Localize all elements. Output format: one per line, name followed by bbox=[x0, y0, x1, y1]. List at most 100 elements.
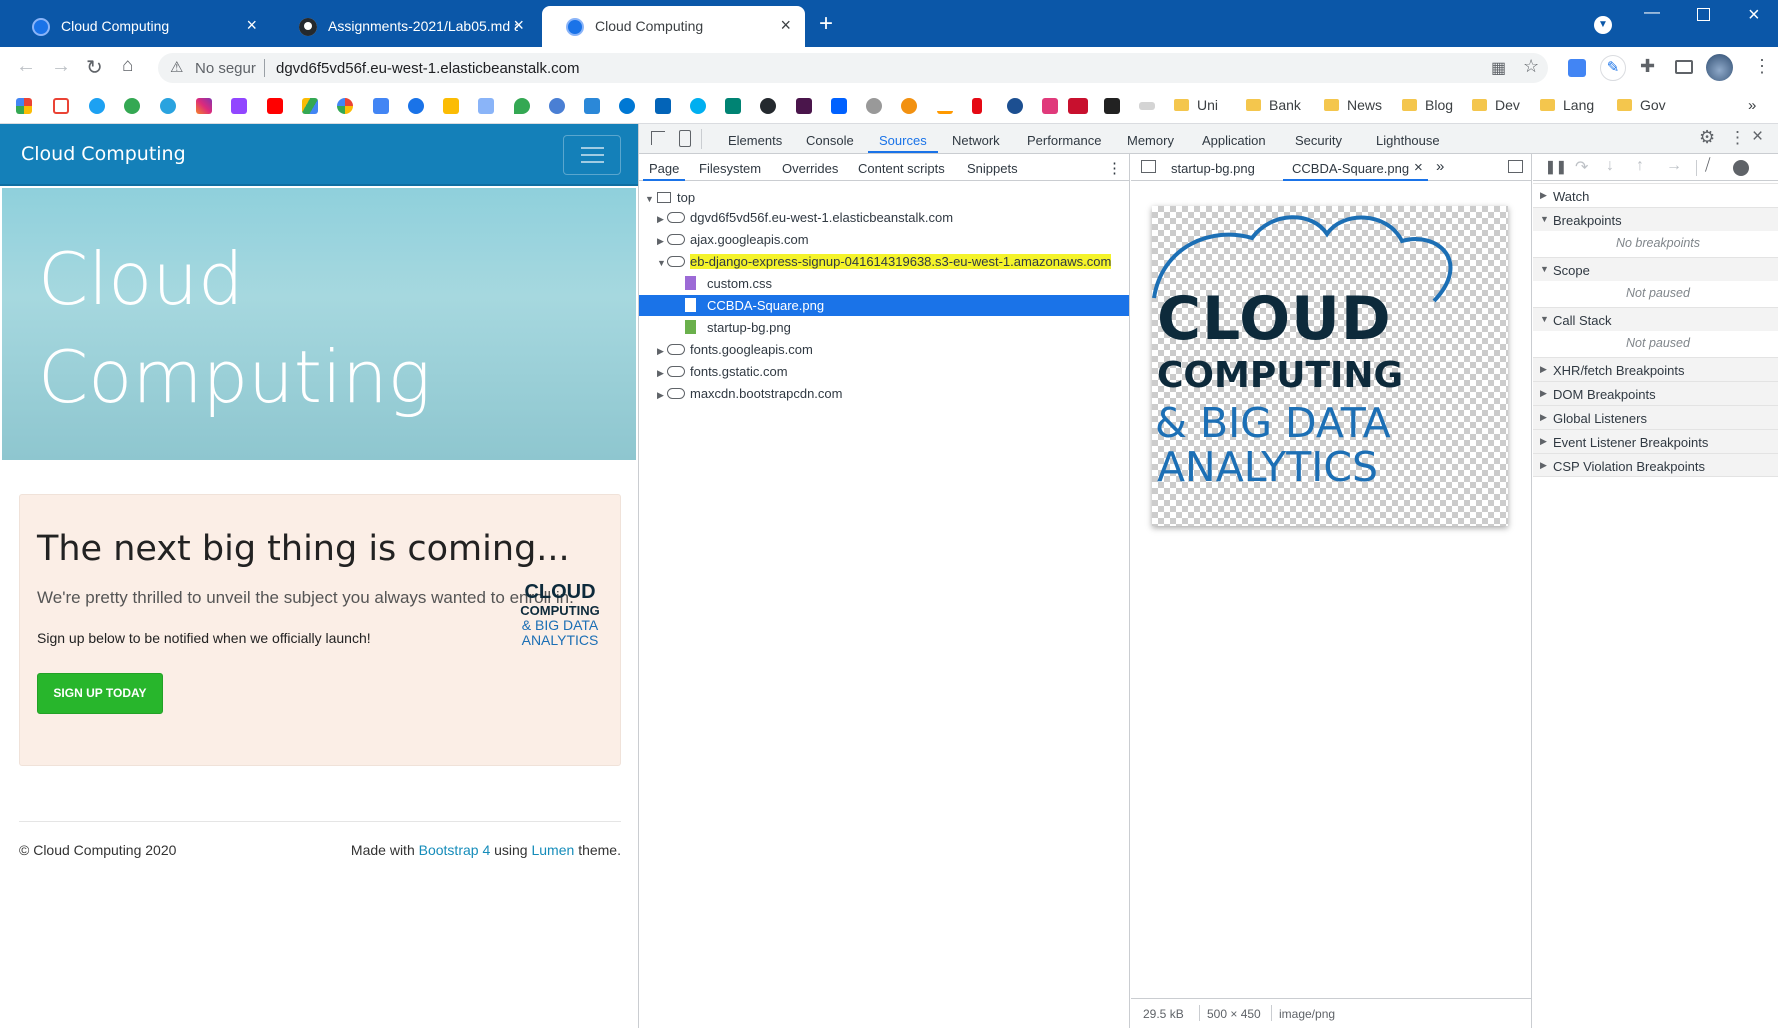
bookmark-star-icon[interactable]: ☆ bbox=[1523, 56, 1539, 77]
section-xhr-breakpoints[interactable]: ▶ XHR/fetch Breakpoints bbox=[1533, 357, 1778, 381]
editor-tab-startup-bg[interactable]: startup-bg.png bbox=[1171, 161, 1255, 176]
bookmark-folder-lang[interactable]: Lang bbox=[1540, 97, 1594, 113]
twitter-icon[interactable] bbox=[89, 98, 105, 114]
browser-tab-1[interactable]: Cloud Computing × bbox=[8, 6, 271, 47]
tab-security[interactable]: Security bbox=[1295, 133, 1342, 148]
url-text[interactable]: dgvd6f5vd56f.eu-west-1.elasticbeanstalk.… bbox=[276, 60, 580, 77]
tree-item-file[interactable]: startup-bg.png bbox=[685, 320, 791, 335]
tree-item-domain[interactable]: ▶ maxcdn.bootstrapcdn.com bbox=[657, 386, 842, 401]
github-bookmark-icon[interactable] bbox=[760, 98, 776, 114]
settings-gear-icon[interactable]: ⚙ bbox=[1699, 127, 1715, 148]
apple-icon[interactable] bbox=[866, 98, 882, 114]
pen-app-icon[interactable] bbox=[1042, 98, 1058, 114]
todo-check-icon[interactable] bbox=[584, 98, 600, 114]
forward-icon[interactable]: → bbox=[51, 55, 71, 78]
dropbox-icon[interactable] bbox=[831, 98, 847, 114]
section-watch[interactable]: ▶ Watch bbox=[1533, 183, 1778, 207]
navbar-brand[interactable]: Cloud Computing bbox=[21, 143, 186, 165]
globe-bookmark-icon[interactable] bbox=[549, 98, 565, 114]
close-tab-icon[interactable]: × bbox=[780, 15, 791, 36]
inspect-element-icon[interactable] bbox=[651, 131, 665, 145]
security-label[interactable]: No segur bbox=[195, 60, 256, 77]
tab-sources[interactable]: Sources bbox=[879, 133, 927, 148]
apps-grid-icon[interactable] bbox=[16, 98, 32, 114]
more-tabs-icon[interactable]: » bbox=[1436, 158, 1444, 175]
translate-bookmark-icon[interactable] bbox=[478, 98, 494, 114]
address-bar[interactable]: ⚠ No segur dgvd6f5vd56f.eu-west-1.elasti… bbox=[158, 53, 1548, 83]
toggle-navigator-icon[interactable] bbox=[1141, 160, 1156, 173]
step-icon[interactable]: → bbox=[1666, 157, 1682, 175]
amazon-icon[interactable] bbox=[937, 98, 953, 114]
close-tab-icon[interactable]: × bbox=[513, 15, 524, 36]
close-editor-tab-icon[interactable]: × bbox=[1414, 159, 1423, 176]
more-bookmarks-icon[interactable]: » bbox=[1748, 97, 1756, 114]
instagram-icon[interactable] bbox=[196, 98, 212, 114]
tab-memory[interactable]: Memory bbox=[1127, 133, 1174, 148]
tab-page[interactable]: Page bbox=[649, 161, 679, 176]
skype-icon[interactable] bbox=[690, 98, 706, 114]
devtools-menu-icon[interactable]: ⋮ bbox=[1729, 128, 1746, 148]
browser-tab-2[interactable]: Assignments-2021/Lab05.md at × bbox=[275, 6, 538, 47]
menu-kebab-icon[interactable]: ⋮ bbox=[1753, 56, 1771, 77]
maps-icon[interactable] bbox=[514, 98, 530, 114]
deactivate-breakpoints-icon[interactable]: ⧸ bbox=[1705, 157, 1710, 175]
section-dom-breakpoints[interactable]: ▶ DOM Breakpoints bbox=[1533, 381, 1778, 405]
tab-console[interactable]: Console bbox=[806, 133, 854, 148]
bookmark-folder-uni[interactable]: Uni bbox=[1174, 97, 1218, 113]
tab-overrides[interactable]: Overrides bbox=[782, 161, 838, 176]
tree-item-domain-expanded[interactable]: ▼ eb-django-express-signup-041614319638.s… bbox=[657, 254, 1112, 269]
lumen-link[interactable]: Lumen bbox=[531, 842, 574, 858]
tree-item-domain[interactable]: ▶ dgvd6f5vd56f.eu-west-1.elasticbeanstalk… bbox=[657, 210, 953, 225]
qr-icon[interactable]: ▦ bbox=[1491, 58, 1506, 78]
outlook-icon[interactable] bbox=[655, 98, 671, 114]
bookmark-folder-news[interactable]: News bbox=[1324, 97, 1382, 113]
tab-snippets[interactable]: Snippets bbox=[967, 161, 1018, 176]
keep-icon[interactable] bbox=[443, 98, 459, 114]
navigator-menu-icon[interactable]: ⋮ bbox=[1107, 159, 1122, 177]
tree-item-top[interactable]: ▼ top bbox=[645, 190, 695, 205]
section-breakpoints[interactable]: ▼ Breakpoints bbox=[1533, 207, 1778, 231]
minimize-icon[interactable]: — bbox=[1644, 4, 1660, 22]
tab-search-icon[interactable]: ▼ bbox=[1594, 16, 1612, 34]
whatsapp-icon[interactable] bbox=[124, 98, 140, 114]
rac-icon[interactable] bbox=[1104, 98, 1120, 114]
close-tab-icon[interactable]: × bbox=[246, 15, 257, 36]
tab-application[interactable]: Application bbox=[1202, 133, 1266, 148]
step-over-icon[interactable]: ↷ bbox=[1575, 157, 1588, 177]
drive-icon[interactable] bbox=[302, 98, 318, 114]
browser-tab-3-active[interactable]: Cloud Computing × bbox=[542, 6, 805, 47]
youtube-icon[interactable] bbox=[267, 98, 283, 114]
tab-filesystem[interactable]: Filesystem bbox=[699, 161, 761, 176]
navbar-toggler-button[interactable] bbox=[563, 135, 621, 175]
home-icon[interactable]: ⌂ bbox=[122, 55, 133, 77]
avatar[interactable] bbox=[1706, 54, 1733, 81]
new-tab-button[interactable]: + bbox=[819, 10, 833, 38]
tree-item-file-selected[interactable]: CCBDA-Square.png bbox=[685, 298, 824, 313]
bookmark-folder-bank[interactable]: Bank bbox=[1246, 97, 1301, 113]
tree-item-domain[interactable]: ▶ fonts.gstatic.com bbox=[657, 364, 788, 379]
tab-performance[interactable]: Performance bbox=[1027, 133, 1101, 148]
section-scope[interactable]: ▼ Scope bbox=[1533, 257, 1778, 281]
cat-icon[interactable] bbox=[1068, 98, 1088, 114]
translate-icon[interactable] bbox=[1568, 59, 1586, 77]
netflix-icon[interactable] bbox=[972, 98, 982, 114]
tab-lighthouse[interactable]: Lighthouse bbox=[1376, 133, 1440, 148]
onedrive-icon[interactable] bbox=[619, 98, 635, 114]
extension-pen-icon[interactable]: ✎ bbox=[1600, 55, 1626, 81]
step-out-icon[interactable]: ↑ bbox=[1636, 157, 1644, 175]
signup-today-button[interactable]: SIGN UP TODAY bbox=[37, 673, 163, 714]
tree-item-domain[interactable]: ▶ fonts.googleapis.com bbox=[657, 342, 813, 357]
reload-icon[interactable]: ↻ bbox=[86, 55, 103, 80]
close-devtools-icon[interactable]: × bbox=[1752, 126, 1763, 148]
maximize-icon[interactable] bbox=[1697, 8, 1710, 21]
tree-item-domain[interactable]: ▶ ajax.googleapis.com bbox=[657, 232, 809, 247]
bookmark-folder-dev[interactable]: Dev bbox=[1472, 97, 1520, 113]
bookmark-folder-blog[interactable]: Blog bbox=[1402, 97, 1453, 113]
photos-icon[interactable] bbox=[337, 98, 353, 114]
play-icon[interactable] bbox=[1007, 98, 1023, 114]
pause-on-exceptions-icon[interactable] bbox=[1733, 160, 1749, 176]
gmail-icon[interactable] bbox=[53, 98, 69, 114]
back-icon[interactable]: ← bbox=[16, 55, 36, 78]
editor-tab-ccbda-square[interactable]: CCBDA-Square.png bbox=[1292, 161, 1409, 176]
tab-network[interactable]: Network bbox=[952, 133, 1000, 148]
